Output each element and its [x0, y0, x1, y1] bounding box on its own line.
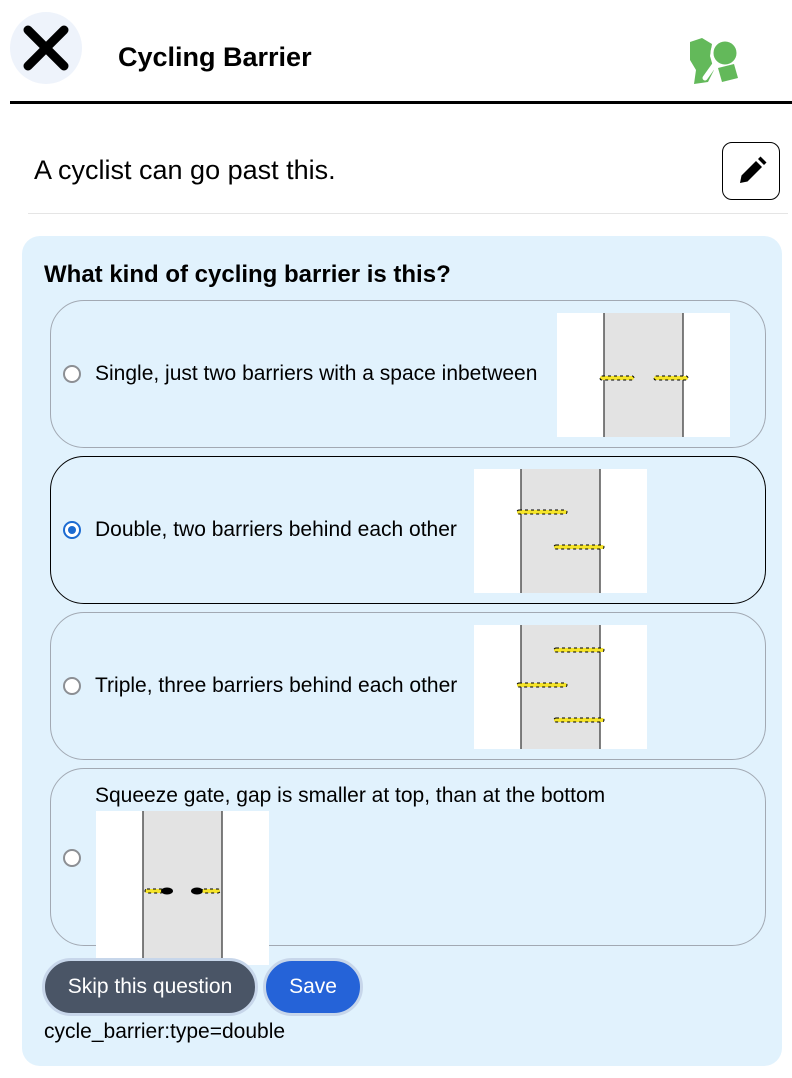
divider [28, 213, 788, 214]
header-divider [10, 101, 792, 104]
double-barrier-image [474, 469, 647, 593]
option-label: Squeeze gate, gap is smaller at top, tha… [95, 784, 606, 807]
skip-button[interactable]: Skip this question [42, 958, 258, 1016]
option-triple[interactable]: Triple, three barriers behind each other [50, 612, 766, 760]
rendering-text: A cyclist can go past this. [34, 155, 336, 185]
radio-squeeze[interactable] [63, 849, 81, 867]
edit-button[interactable] [722, 142, 780, 200]
radio-double[interactable] [63, 521, 81, 539]
radio-triple[interactable] [63, 677, 81, 695]
option-single[interactable]: Single, just two barriers with a space i… [50, 300, 766, 448]
close-button[interactable] [10, 12, 82, 84]
question-card: What kind of cycling barrier is this? Si… [22, 236, 782, 1066]
option-label: Triple, three barriers behind each other [95, 674, 458, 697]
option-label: Single, just two barriers with a space i… [95, 362, 538, 385]
radio-single[interactable] [63, 365, 81, 383]
squeeze-gate-image [96, 811, 269, 965]
save-button[interactable]: Save [263, 958, 363, 1016]
triple-barrier-image [474, 625, 647, 749]
option-squeeze[interactable]: Squeeze gate, gap is smaller at top, tha… [50, 768, 766, 965]
option-label: Double, two barriers behind each other [95, 518, 457, 541]
single-barrier-image [557, 313, 730, 437]
tag-preview: cycle_barrier:type=double [44, 1020, 286, 1043]
option-double[interactable]: Double, two barriers behind each other [50, 456, 766, 604]
pencil-icon [740, 156, 767, 183]
header: Cycling Barrier [0, 0, 792, 104]
mapcomplete-logo-icon [690, 38, 740, 84]
question-title: What kind of cycling barrier is this? [44, 261, 451, 288]
page-title: Cycling Barrier [118, 42, 312, 72]
close-icon [23, 25, 69, 71]
